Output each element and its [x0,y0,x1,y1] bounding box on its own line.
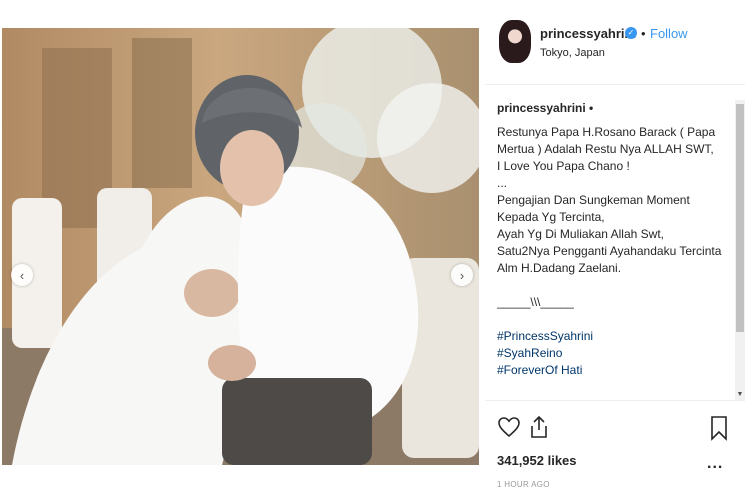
heart-outline-icon[interactable] [497,415,521,439]
caption-scrollbar[interactable]: ▼ [735,100,745,400]
hashtag-link[interactable]: #PrincessSyahrini [497,328,735,345]
carousel-next-button[interactable]: › [451,264,473,286]
post-timestamp: 1 HOUR AGO [497,480,550,489]
hashtag-link[interactable]: #ForeverOf Hati [497,362,735,379]
caption-line: ... [497,176,508,190]
photo-illustration [2,28,479,465]
caption-username[interactable]: princessyahrini • [497,100,735,117]
follow-button[interactable]: Follow [650,26,688,41]
caption-line: Mertua ) Adalah Restu Nya ALLAH SWT, [497,142,714,156]
caption-line: Kepada Yg Tercinta, [497,210,605,224]
post-header: princessyahrini ✓ • Follow Tokyo, Japan [485,0,745,85]
caption-line: Alm H.Dadang Zaelani. [497,261,622,275]
instagram-post: ‹ › princessyahrini ✓ • Follow Tokyo, Ja… [0,0,745,489]
likes-count[interactable]: 341,952 likes [497,453,577,468]
username-link[interactable]: princessyahrini [540,26,636,41]
carousel-prev-button[interactable]: ‹ [11,264,33,286]
post-sidebar: princessyahrini ✓ • Follow Tokyo, Japan … [485,0,745,489]
caption-line: Restunya Papa H.Rosano Barack ( Papa [497,125,716,139]
caption: princessyahrini • Restunya Papa H.Rosano… [497,100,735,396]
verified-badge-icon: ✓ [625,27,637,39]
caption-line: Ayah Yg Di Muliakan Allah Swt, [497,227,664,241]
caption-line: I Love You Papa Chano ! [497,159,630,173]
caption-line: Pengajian Dan Sungkeman Moment [497,193,690,207]
caption-line [497,311,735,328]
chevron-right-icon: › [459,267,465,283]
header-separator: • [641,26,646,41]
post-actions: 341,952 likes ... 1 HOUR AGO [485,400,745,489]
caption-line [497,277,735,294]
bookmark-icon[interactable] [709,415,733,441]
location-link[interactable]: Tokyo, Japan [540,47,605,59]
scrollbar-thumb[interactable] [736,104,744,332]
share-upload-icon[interactable] [527,414,551,438]
avatar[interactable] [499,20,531,63]
post-photo[interactable]: ‹ › [2,28,479,465]
scroll-down-arrow-icon[interactable]: ▼ [735,391,745,398]
hashtag-link[interactable]: #SyahReino [497,345,735,362]
caption-line: _____\\\_____ [497,295,574,309]
caption-line: Satu2Nya Pengganti Ayahandaku Tercinta [497,244,722,258]
more-options-icon[interactable]: ... [707,455,723,473]
chevron-left-icon: ‹ [19,267,25,283]
